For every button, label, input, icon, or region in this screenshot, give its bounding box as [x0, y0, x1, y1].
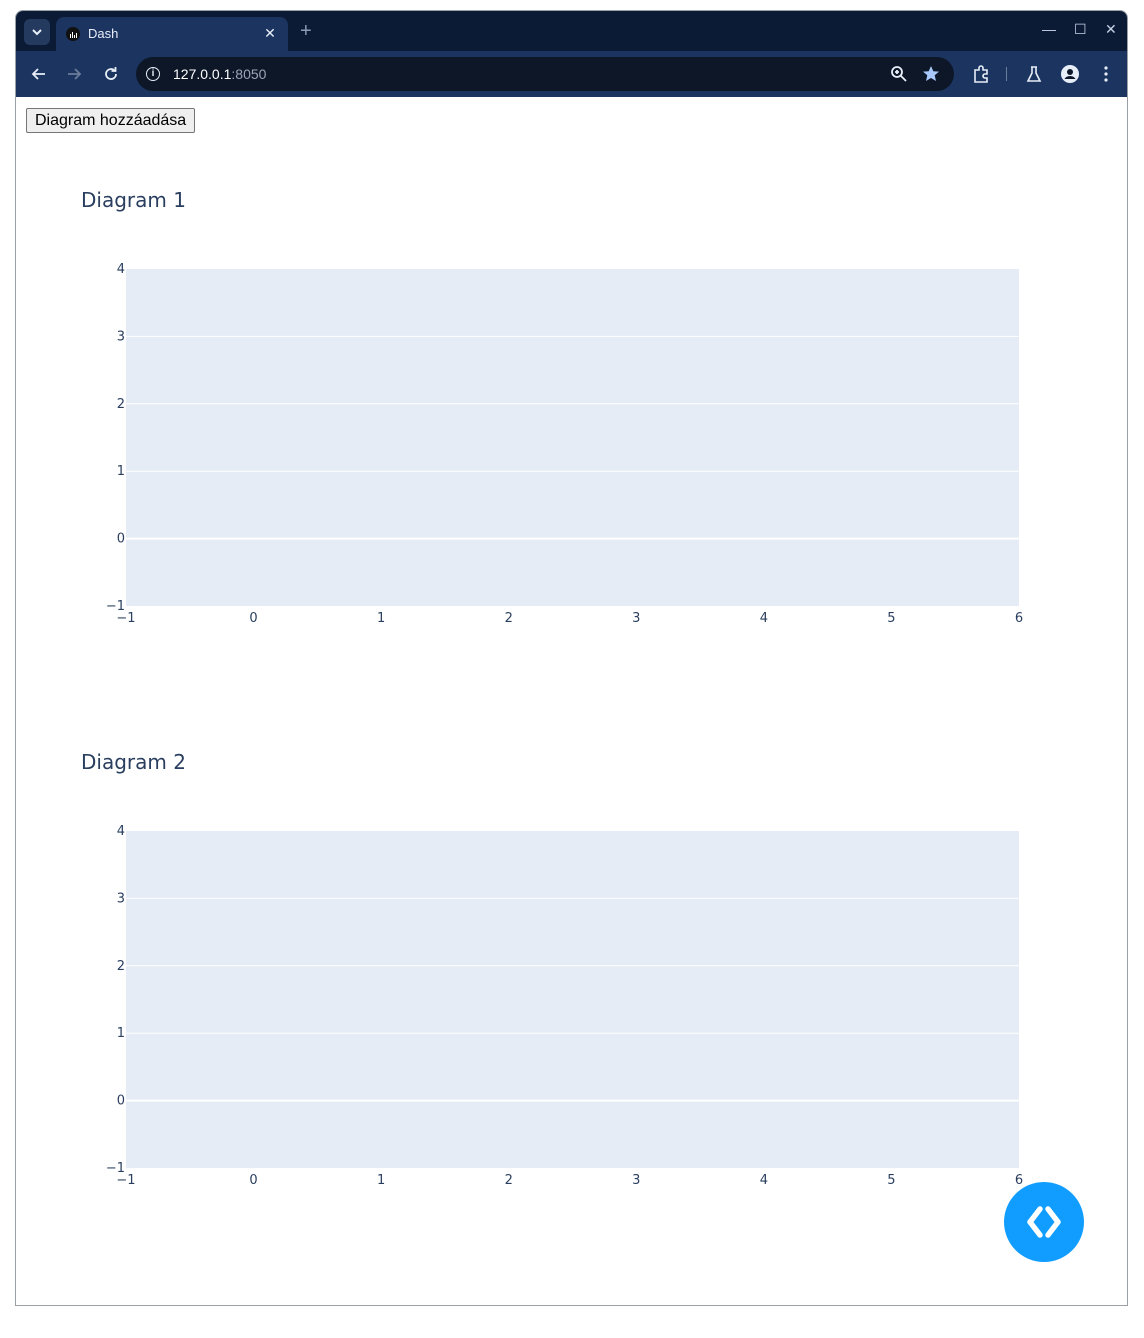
address-bar[interactable]: i 127.0.0.1:8050 [136, 57, 954, 91]
diagram-1: Diagram 1 4 3 2 1 0 −1 −1 0 1 2 3 4 5 6 [16, 159, 1127, 719]
x-tick-label: 5 [887, 611, 895, 626]
plot-area [126, 831, 1019, 1168]
x-tick-label: 4 [760, 611, 768, 626]
page-content: Diagram hozzáadása Diagram 1 4 3 2 1 0 −1 −1 0 1 2… [16, 97, 1127, 1305]
chart-title: Diagram 2 [81, 750, 186, 774]
y-tick-label: 3 [117, 891, 125, 906]
x-tick-label: 1 [377, 1173, 385, 1188]
x-tick-label: −1 [116, 1173, 135, 1188]
add-diagram-button[interactable]: Diagram hozzáadása [26, 108, 196, 133]
y-tick-label: 1 [117, 1026, 125, 1041]
forward-icon[interactable] [63, 63, 85, 85]
x-tick-label: −1 [116, 611, 135, 626]
x-tick-label: 5 [887, 1173, 895, 1188]
dev-tools-icon [1027, 1206, 1061, 1238]
url-text: 127.0.0.1:8050 [173, 66, 267, 82]
tab-dash[interactable]: Dash ✕ [56, 17, 288, 51]
chart-svg: Diagram 143210−1−1 0 1 2 3 4 5 6 [81, 188, 1023, 626]
y-tick-label: 3 [117, 329, 125, 344]
labs-icon[interactable] [1023, 63, 1045, 85]
dev-tools-button[interactable] [1004, 1182, 1084, 1262]
reload-icon[interactable] [100, 63, 122, 85]
info-icon[interactable]: i [146, 67, 160, 81]
minimize-icon[interactable]: — [1042, 21, 1056, 37]
x-tick-label: 2 [505, 1173, 513, 1188]
back-icon[interactable] [28, 63, 50, 85]
x-tick-label: 3 [632, 1173, 640, 1188]
chart-title: Diagram 1 [81, 188, 186, 212]
extensions-icon[interactable] [970, 63, 992, 85]
new-tab-icon[interactable]: + [300, 20, 312, 42]
y-tick-label: 0 [117, 532, 125, 547]
profile-icon[interactable] [1059, 63, 1081, 85]
x-tick-label: 6 [1015, 1173, 1023, 1188]
y-tick-label: 2 [117, 397, 125, 412]
y-tick-label: 4 [117, 262, 125, 277]
toolbar-separator [1006, 67, 1007, 81]
dash-favicon-icon [66, 27, 80, 41]
close-icon[interactable]: ✕ [262, 25, 278, 41]
x-tick-label: 0 [249, 1173, 257, 1188]
diagram-2: Diagram 2 4 3 2 1 0 −1 −1 0 1 2 3 4 5 6 [16, 721, 1127, 1281]
window-close-icon[interactable]: ✕ [1105, 21, 1117, 38]
x-tick-label: 4 [760, 1173, 768, 1188]
chart-svg: Diagram 243210−1−1 0 1 2 3 4 5 6 [81, 750, 1023, 1188]
maximize-icon[interactable]: ☐ [1074, 21, 1087, 38]
y-tick-label: 4 [117, 824, 125, 839]
y-tick-label: 2 [117, 959, 125, 974]
browser-toolbar: i 127.0.0.1:8050 [16, 51, 1127, 97]
tab-title: Dash [88, 26, 119, 41]
menu-icon[interactable] [1095, 63, 1117, 85]
x-tick-label: 6 [1015, 611, 1023, 626]
x-tick-label: 3 [632, 611, 640, 626]
x-tick-label: 2 [505, 611, 513, 626]
tab-search-icon[interactable] [24, 19, 50, 45]
bookmark-star-icon[interactable] [920, 63, 942, 85]
x-tick-label: 1 [377, 611, 385, 626]
y-tick-label: 1 [117, 464, 125, 479]
y-tick-label: 0 [117, 1094, 125, 1109]
x-tick-label: 0 [249, 611, 257, 626]
tab-strip: Dash ✕ + — ☐ ✕ [16, 11, 1127, 51]
browser-window: Dash ✕ + — ☐ ✕ i 127.0.0.1:8050 Diagram … [15, 10, 1128, 1306]
zoom-icon[interactable] [888, 63, 910, 85]
plot-area [126, 269, 1019, 606]
